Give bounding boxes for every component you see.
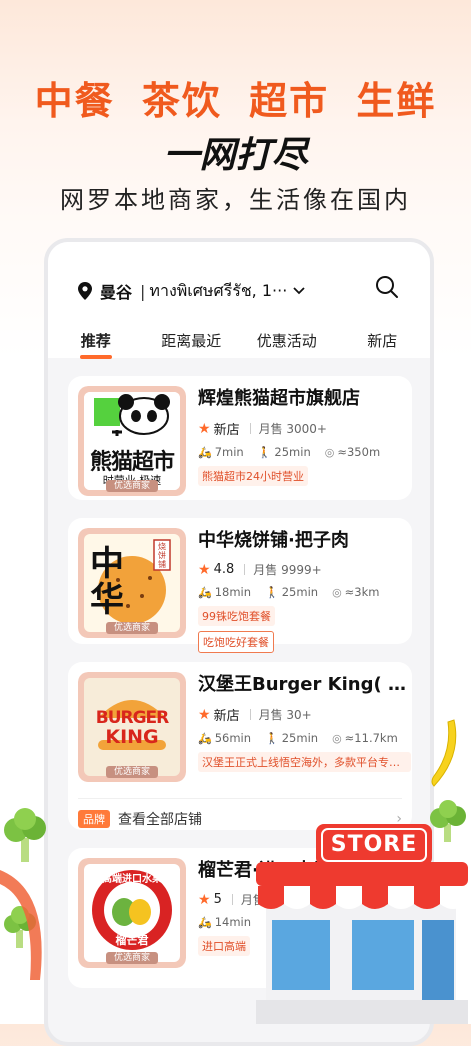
location-pin-icon <box>78 282 92 300</box>
promo-tag: 熊猫超市24小时营业 <box>198 466 308 486</box>
distance: ≈11.7km <box>344 731 398 745</box>
star-icon: ★ <box>198 706 211 723</box>
store-sign: STORE <box>330 832 418 857</box>
tab-new-stores[interactable]: 新店 <box>335 330 431 351</box>
hero-category: 中餐 <box>34 79 115 123</box>
shop-rating: 5 <box>213 892 222 907</box>
hero-categories: 中餐 茶饮 超市 生鲜 <box>0 70 471 125</box>
distance-pin-icon: ◎ <box>332 585 342 599</box>
hero-description: 网罗本地商家，生活像在国内 <box>60 186 411 214</box>
tab-promotions[interactable]: 优惠活动 <box>239 330 335 351</box>
location-divider: | <box>140 281 146 301</box>
star-icon: ★ <box>198 561 211 578</box>
monthly-sales: 月售 30+ <box>258 708 312 722</box>
walk-icon: 🚶 <box>257 445 272 459</box>
hero-category: 茶饮 <box>141 79 222 123</box>
shop-thumbnail: 高端进口水果 榴芒君 优选商家 <box>78 858 186 968</box>
preferred-merchant-badge: 优选商家 <box>105 766 158 778</box>
monthly-sales: 月售 3000+ <box>258 422 327 436</box>
walk-time: 25min <box>281 731 319 745</box>
walk-icon: 🚶 <box>265 585 279 599</box>
promo-tag: 99铢吃饱套餐 <box>198 606 275 626</box>
distance-pin-icon: ◎ <box>324 445 335 459</box>
star-icon: ★ <box>198 420 211 437</box>
preferred-merchant-badge: 优选商家 <box>105 622 158 634</box>
shop-thumbnail: BURGER KING 优选商家 <box>78 672 186 782</box>
distance-pin-icon: ◎ <box>332 731 342 745</box>
ride-time: 7min <box>214 445 244 459</box>
view-all-stores-label: 查看全部店铺 <box>118 812 202 828</box>
shop-thumbnail: 熊猫超市 时营业 极速 优选商家 <box>78 386 186 496</box>
preferred-merchant-badge: 优选商家 <box>105 952 158 964</box>
hero-category: 超市 <box>249 79 330 123</box>
promo-tag: 汉堡王正式上线悟空海外，多款平台专享··· <box>198 752 411 772</box>
shop-name: 中华烧饼铺·把子肉 <box>198 530 349 551</box>
promo-tag: 进口高端 <box>198 936 250 956</box>
thumb-title: 中华 <box>90 544 124 620</box>
distance: ≈3km <box>344 585 380 599</box>
location-selector[interactable]: 曼谷 | ทางพิเศษศรีรัช, 1··· <box>78 278 398 304</box>
scooter-icon: 🛵 <box>198 915 212 929</box>
shop-name: 汉堡王Burger King( C··· <box>198 674 408 695</box>
location-address: ทางพิเศษศรีรัช, 1··· <box>149 280 288 300</box>
banana-icon <box>431 719 457 787</box>
thumb-title-bottom: KING <box>105 726 159 748</box>
distance: ≈350m <box>337 445 381 459</box>
scooter-icon: 🛵 <box>198 585 212 599</box>
ride-time: 18min <box>214 585 252 599</box>
walk-icon: 🚶 <box>265 731 279 745</box>
scooter-icon: 🛵 <box>198 731 212 745</box>
promo-tag: 吃饱吃好套餐 <box>198 631 274 653</box>
location-city: 曼谷 <box>100 283 133 302</box>
search-icon[interactable] <box>374 274 400 300</box>
shop-rating: 4.8 <box>213 562 235 577</box>
thumb-title-top: BURGER <box>95 708 170 728</box>
shop-rating: 新店 <box>213 423 240 438</box>
shop-thumbnail: 中华 烧饼铺 优选商家 <box>78 528 186 638</box>
shop-card[interactable]: 熊猫超市 时营业 极速 优选商家 辉煌熊猫超市旗舰店 ★ 新店 月售 3000+… <box>68 376 412 500</box>
tab-bar: 推荐 距离最近 优惠活动 新店 <box>48 330 430 351</box>
monthly-sales: 月售 9999+ <box>253 563 322 577</box>
hero-category: 生鲜 <box>356 79 437 123</box>
walk-time: 25min <box>274 445 311 459</box>
tab-recommended[interactable]: 推荐 <box>48 330 144 351</box>
shop-name: 辉煌熊猫超市旗舰店 <box>198 388 360 409</box>
thumb-seal: 烧饼铺 <box>158 542 166 569</box>
thumb-ring-text: 高端进口水果 <box>102 874 162 885</box>
ride-time: 14min <box>214 915 252 929</box>
chevron-down-icon <box>293 284 305 299</box>
shop-rating: 新店 <box>213 709 240 724</box>
scooter-icon: 🛵 <box>198 445 212 459</box>
brand-badge: 品牌 <box>78 810 110 828</box>
tab-nearest[interactable]: 距离最近 <box>144 330 240 351</box>
broccoli-icon <box>4 808 46 862</box>
ribbon-decoration <box>0 870 42 980</box>
hero-slogan: 一网打尽 <box>163 135 308 176</box>
shop-card[interactable]: BURGER KING 优选商家 汉堡王Burger King( C··· ★ … <box>68 662 412 830</box>
shop-card[interactable]: 中华 烧饼铺 优选商家 中华烧饼铺·把子肉 ★ 4.8 月售 9999+ 🛵 18… <box>68 518 412 653</box>
star-icon: ★ <box>198 891 211 908</box>
preferred-merchant-badge: 优选商家 <box>105 480 158 492</box>
walk-time: 25min <box>281 585 319 599</box>
ride-time: 56min <box>214 731 252 745</box>
